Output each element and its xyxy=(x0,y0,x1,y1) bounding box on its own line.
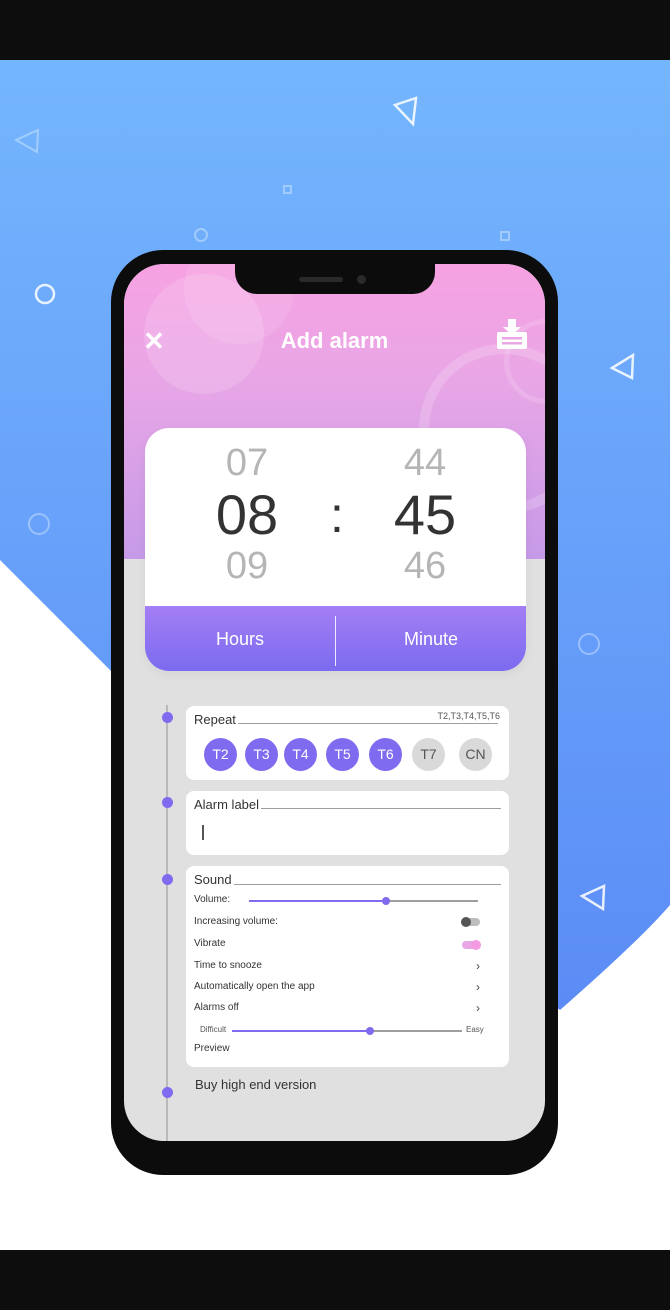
alarm-label-card: Alarm label xyxy=(186,791,509,855)
toggle-knob xyxy=(471,940,481,950)
time-separator: : xyxy=(330,487,344,543)
difficulty-min-label: Difficult xyxy=(200,1025,227,1034)
increasing-volume-label: Increasing volume: xyxy=(194,916,278,927)
vibrate-label: Vibrate xyxy=(194,938,226,949)
difficulty-slider-fill xyxy=(232,1030,370,1032)
auto-open-row[interactable]: Automatically open the app xyxy=(194,981,315,992)
alarms-off-row[interactable]: Alarms off xyxy=(194,1002,239,1013)
sound-card: Sound Volume: Increasing volume: Vibrate… xyxy=(186,866,509,1067)
sound-title: Sound xyxy=(194,872,234,887)
day-t7[interactable]: T7 xyxy=(412,738,445,771)
vibrate-toggle[interactable] xyxy=(462,940,481,950)
day-t2[interactable]: T2 xyxy=(204,738,237,771)
top-letterbox xyxy=(0,0,670,60)
day-t6[interactable]: T6 xyxy=(369,738,402,771)
volume-slider[interactable] xyxy=(249,897,478,905)
volume-slider-knob[interactable] xyxy=(382,897,391,905)
repeat-title: Repeat xyxy=(194,712,238,727)
day-t5[interactable]: T5 xyxy=(326,738,359,771)
time-picker: 07 08 09 : 44 45 46 Hours Minute xyxy=(145,428,526,671)
speaker xyxy=(299,277,343,282)
timeline-dot xyxy=(162,874,173,885)
difficulty-max-label: Easy xyxy=(466,1025,484,1034)
toggle-knob xyxy=(461,917,471,927)
timeline-dot xyxy=(162,1087,173,1098)
picker-tabs: Hours Minute xyxy=(145,606,526,671)
timeline-dot xyxy=(162,712,173,723)
sound-divider xyxy=(194,884,501,885)
page-title: Add alarm xyxy=(280,328,389,353)
download-icon xyxy=(497,319,527,349)
tab-minute[interactable]: Minute xyxy=(336,606,526,671)
timeline-dot xyxy=(162,797,173,808)
volume-slider-fill xyxy=(249,900,387,902)
difficulty-slider[interactable] xyxy=(232,1027,462,1035)
alarm-label-input[interactable] xyxy=(202,825,204,840)
hour-current[interactable]: 08 xyxy=(187,482,307,547)
day-cn[interactable]: CN xyxy=(459,738,492,771)
chevron-right-icon[interactable]: › xyxy=(476,959,480,973)
bottom-letterbox xyxy=(0,1250,670,1310)
save-button[interactable] xyxy=(495,318,529,350)
increasing-volume-toggle[interactable] xyxy=(461,917,480,927)
minute-prev[interactable]: 44 xyxy=(365,442,485,485)
hour-next[interactable]: 09 xyxy=(187,545,307,588)
phone-screen: ✕ Add alarm 07 08 09: 44 45 46 Hours Mi… xyxy=(124,264,545,1141)
day-t3[interactable]: T3 xyxy=(245,738,278,771)
camera xyxy=(357,275,366,284)
phone-frame: ✕ Add alarm 07 08 09: 44 45 46 Hours Mi… xyxy=(111,250,558,1175)
preview-button[interactable]: Preview xyxy=(194,1043,230,1054)
minute-next[interactable]: 46 xyxy=(365,545,485,588)
buy-high-end-link[interactable]: Buy high end version xyxy=(195,1077,316,1092)
hour-prev[interactable]: 07 xyxy=(187,442,307,485)
promo-stage: ✕ Add alarm 07 08 09: 44 45 46 Hours Mi… xyxy=(0,60,670,1250)
tab-hours[interactable]: Hours xyxy=(145,606,335,671)
time-to-snooze-row[interactable]: Time to snooze xyxy=(194,960,262,971)
phone-notch xyxy=(235,264,435,294)
chevron-right-icon[interactable]: › xyxy=(476,980,480,994)
repeat-divider xyxy=(194,723,498,724)
timeline-line xyxy=(166,705,168,1141)
day-t4[interactable]: T4 xyxy=(284,738,317,771)
repeat-card: Repeat T2,T3,T4,T5,T6 T2 T3 T4 T5 T6 T7 CN xyxy=(186,706,509,780)
alarm-label-title: Alarm label xyxy=(194,797,262,812)
volume-label: Volume: xyxy=(194,894,231,905)
chevron-right-icon[interactable]: › xyxy=(476,1001,480,1015)
difficulty-slider-knob[interactable] xyxy=(366,1027,374,1035)
minute-current[interactable]: 45 xyxy=(365,482,485,547)
repeat-summary: T2,T3,T4,T5,T6 xyxy=(437,711,500,721)
